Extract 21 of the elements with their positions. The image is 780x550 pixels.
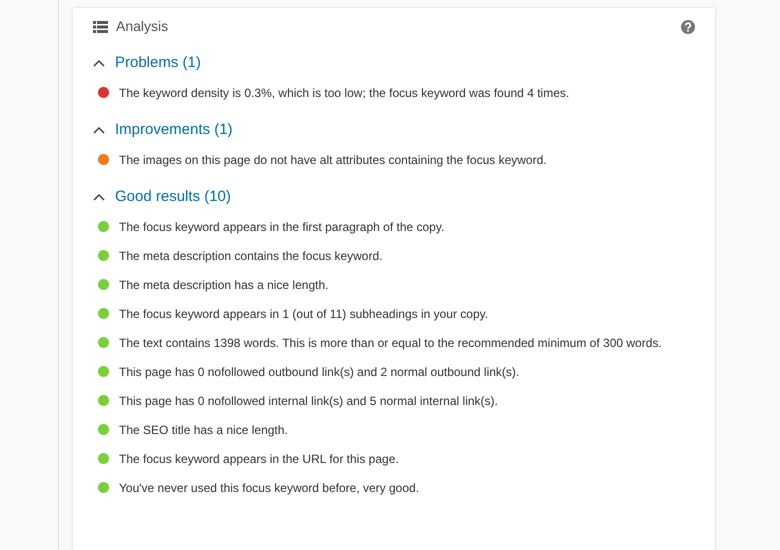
section-toggle[interactable]: Improvements (1) [93, 120, 233, 140]
result-text: This page has 0 nofollowed outbound link(s) and 2 normal outbound link(s). [119, 364, 520, 381]
result-text: The keyword density is 0.3%, which is too low; the focus keyword was found 4 times. [119, 85, 570, 102]
chevron-icon [93, 58, 105, 68]
help-icon[interactable] [681, 20, 695, 34]
result-text: This page has 0 nofollowed internal link(s) and 5 normal internal link(s). [119, 393, 498, 410]
result-text: The images on this page do not have alt attributes containing the focus keyword. [119, 152, 547, 169]
chevron-icon [93, 126, 105, 134]
result-text: You've never used this focus keyword before, very good. [119, 480, 420, 497]
chevron-icon [93, 192, 105, 202]
result-text: The focus keyword appears in 1 (out of 11) subheadings in your copy. [119, 306, 488, 323]
result-text: The focus keyword appears in the first paragraph of the copy. [119, 219, 444, 236]
result-text: The text contains 1398 words. This is more than or equal to the recommended minimum of 300 words. [119, 335, 662, 352]
result-text: The meta description contains the focus keyword. [119, 248, 382, 265]
panel-title: Analysis [116, 17, 168, 36]
section-toggle[interactable]: Problems (1) [93, 53, 201, 73]
section-toggle[interactable]: Good results (10) [93, 187, 231, 207]
result-text: The meta description has a nice length. [119, 277, 328, 294]
result-text: The SEO title has a nice length. [119, 422, 288, 439]
result-text: The focus keyword appears in the URL for this page. [119, 451, 399, 468]
list-icon [93, 20, 108, 32]
